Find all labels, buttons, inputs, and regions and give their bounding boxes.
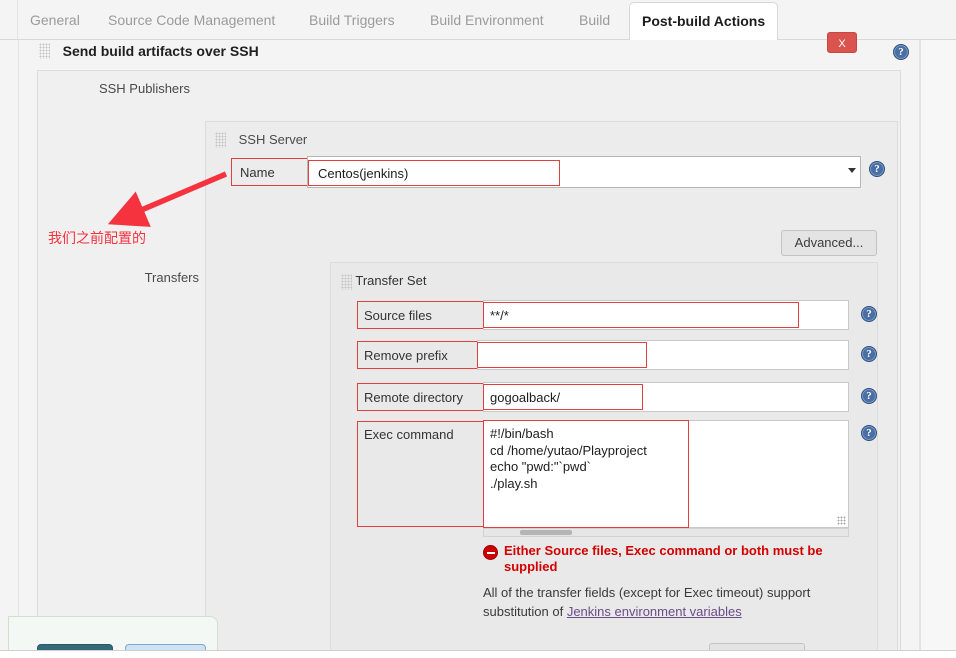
ssh-server-panel: SSH Server Name Centos(jenkins) ? Advanc… (145, 121, 898, 658)
ssh-publisher-panel: SSH Publishers SSH Server Name Centos(je… (37, 70, 901, 658)
source-files-label: Source files (357, 301, 483, 329)
publisher-title: Send build artifacts over SSH (62, 42, 259, 59)
ssh-server-name-select[interactable]: Centos(jenkins) (307, 156, 861, 188)
ssh-server-name-value: Centos(jenkins) (308, 160, 560, 186)
ssh-server-name-row: Name Centos(jenkins) ? (231, 156, 885, 188)
exec-command-horizontal-scrollbar[interactable] (483, 528, 849, 537)
config-tab-bar: General Source Code Management Build Tri… (0, 0, 956, 40)
remote-directory-value: gogoalback/ (483, 384, 643, 410)
tab-source-code-management[interactable]: Source Code Management (96, 3, 287, 37)
drag-handle-icon[interactable] (39, 42, 50, 59)
remote-directory-row: Remote directory gogoalback/ ? (357, 382, 877, 412)
chevron-down-icon[interactable] (848, 168, 856, 173)
tab-general[interactable]: General (18, 3, 92, 37)
exec-command-label: Exec command (357, 421, 483, 527)
ssh-server-name-help-icon[interactable]: ? (869, 161, 885, 177)
bottom-strip (0, 650, 956, 658)
tab-build[interactable]: Build (567, 3, 622, 37)
page-body: Send build artifacts over SSH X ? SSH Pu… (18, 32, 920, 658)
transfer-set-drag-handle-icon[interactable] (341, 273, 352, 290)
publisher-help-icon[interactable]: ? (893, 44, 909, 60)
remove-prefix-label: Remove prefix (357, 341, 477, 369)
ssh-server-advanced-button[interactable]: Advanced... (781, 230, 877, 256)
transfer-set-header: Transfer Set (341, 273, 426, 290)
transfer-fields-note: All of the transfer fields (except for E… (483, 583, 843, 621)
ssh-publishers-label: SSH Publishers (98, 81, 190, 96)
jenkins-env-variables-link[interactable]: Jenkins environment variables (567, 604, 742, 619)
source-files-row: Source files **/* ? (357, 300, 877, 330)
tab-build-environment[interactable]: Build Environment (418, 3, 556, 37)
tab-build-triggers[interactable]: Build Triggers (297, 3, 407, 37)
scrollbar-thumb[interactable] (520, 530, 572, 535)
ssh-server-drag-handle-icon[interactable] (215, 131, 226, 148)
delete-publisher-button[interactable]: X (827, 32, 857, 53)
exec-command-value: #!/bin/bash cd /home/yutao/Playproject e… (483, 420, 689, 528)
error-icon (483, 545, 498, 560)
ssh-server-name-label: Name (231, 158, 307, 186)
ssh-server-header: SSH Server (215, 131, 307, 149)
jenkins-job-config-screen: General Source Code Management Build Tri… (0, 0, 956, 658)
exec-command-row: Exec command #!/bin/bash cd /home/yutao/… (357, 420, 877, 537)
annotation-text: 我们之前配置的 (48, 230, 146, 246)
validation-error-message: Either Source files, Exec command or bot… (504, 543, 823, 574)
ssh-server-title: SSH Server (238, 132, 308, 148)
resize-grip-icon[interactable] (837, 516, 846, 525)
right-gutter (920, 40, 956, 658)
remove-prefix-row: Remove prefix ? (357, 340, 877, 370)
publisher-header: Send build artifacts over SSH X (39, 32, 899, 70)
transfers-label: Transfers (144, 270, 199, 285)
remove-prefix-value (477, 342, 647, 368)
tab-post-build-actions[interactable]: Post-build Actions (629, 2, 779, 40)
transfer-set-title: Transfer Set (355, 273, 427, 288)
transfer-set-panel: Transfer Set Source files **/* ? Remove … (330, 262, 878, 658)
remote-directory-help-icon[interactable]: ? (861, 388, 877, 404)
config-content: Send build artifacts over SSH X ? SSH Pu… (0, 32, 956, 658)
source-files-help-icon[interactable]: ? (861, 306, 877, 322)
exec-command-help-icon[interactable]: ? (861, 425, 877, 441)
remote-directory-label: Remote directory (357, 383, 483, 411)
source-files-value: **/* (483, 302, 799, 328)
tab-bar-left-edge (0, 0, 18, 39)
remove-prefix-help-icon[interactable]: ? (861, 346, 877, 362)
